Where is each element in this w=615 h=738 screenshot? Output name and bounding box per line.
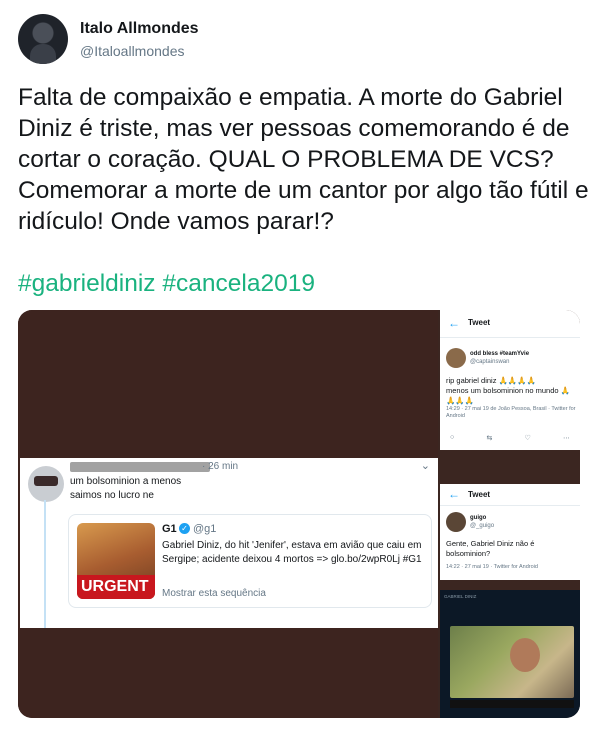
tweet-body: Falta de compaixão e empatia. A morte do… bbox=[18, 84, 589, 235]
video-controls[interactable] bbox=[450, 700, 574, 708]
video-header: GABRIEL DINIZ bbox=[444, 594, 477, 599]
video-person bbox=[510, 638, 540, 672]
panel-meta: 14:22 · 27 mai 19 · Twitter for Android bbox=[446, 564, 538, 570]
tweet-header: Italo Allmondes @Italoallmondes bbox=[18, 14, 598, 64]
thread-line bbox=[44, 500, 46, 628]
screenshot-main[interactable]: · 26 min ⌄ um bolsominion a menos saimos… bbox=[18, 310, 438, 718]
embedded-reply-screenshot: · 26 min ⌄ um bolsominion a menos saimos… bbox=[20, 458, 438, 628]
author-handle[interactable]: @Italoallmondes bbox=[80, 43, 185, 59]
verified-badge-icon: ✓ bbox=[179, 523, 190, 534]
quoted-tweet-card: URGENT G1 ✓ @g1 Gabriel Diniz, do hit 'J… bbox=[68, 514, 432, 608]
panel-topbar: ← Tweet bbox=[440, 484, 580, 506]
embedded-line: saimos no lucro ne bbox=[70, 490, 154, 501]
panel-text: rip gabriel diniz 🙏🙏🙏🙏 menos um bolsomin… bbox=[446, 376, 570, 405]
hashtag-link[interactable]: #gabrieldiniz bbox=[18, 270, 156, 297]
hashtags: #gabrieldiniz #cancela2019 bbox=[18, 268, 315, 299]
reply-icon: ○ bbox=[450, 434, 455, 441]
panel-title: Tweet bbox=[468, 490, 491, 499]
chevron-down-icon: ⌄ bbox=[420, 460, 430, 472]
news-image: URGENT bbox=[77, 523, 155, 599]
share-icon: ⋯ bbox=[563, 435, 570, 442]
redacted-name bbox=[70, 462, 210, 472]
card-text: Gabriel Diniz, do hit 'Jenifer', estava … bbox=[162, 540, 422, 565]
embedded-avatar bbox=[28, 466, 64, 502]
panel-topbar: ← Tweet bbox=[440, 310, 580, 338]
media-collage[interactable]: · 26 min ⌄ um bolsominion a menos saimos… bbox=[18, 310, 580, 718]
panel-avatar bbox=[446, 348, 466, 368]
panel-handle: @captainswan bbox=[470, 359, 510, 365]
card-handle: @g1 bbox=[193, 523, 217, 535]
hashtag-link[interactable]: #cancela2019 bbox=[162, 270, 315, 297]
panel-meta: 14:29 · 27 mai 19 de João Pessoa, Brasil… bbox=[446, 406, 576, 419]
like-icon: ♡ bbox=[524, 435, 531, 442]
screenshot-panel-1[interactable]: ← Tweet odd bless #teamYvie @captainswan… bbox=[440, 310, 580, 450]
panel-avatar bbox=[446, 512, 466, 532]
panel-text: Gente, Gabriel Diniz não é bolsominion? bbox=[446, 539, 535, 558]
arrow-left-icon: ← bbox=[448, 316, 460, 330]
panel-actions: ○ ⇆ ♡ ⋯ bbox=[450, 434, 570, 444]
screenshot-panel-2[interactable]: ← Tweet guigo @_guigo Gente, Gabriel Din… bbox=[440, 484, 580, 580]
embedded-time: · 26 min bbox=[202, 461, 239, 472]
show-thread-link: Mostrar esta sequência bbox=[162, 588, 266, 599]
embedded-line: um bolsominion a menos bbox=[70, 476, 182, 487]
card-author: G1 bbox=[162, 523, 177, 535]
retweet-icon: ⇆ bbox=[486, 435, 493, 442]
author-name[interactable]: Italo Allmondes bbox=[80, 20, 199, 38]
arrow-left-icon: ← bbox=[448, 487, 460, 501]
panel-handle: @_guigo bbox=[470, 523, 495, 529]
panel-name: odd bless #teamYvie bbox=[470, 351, 530, 357]
panel-title: Tweet bbox=[468, 318, 491, 327]
urgent-banner: URGENT bbox=[77, 575, 155, 599]
panel-name: guigo bbox=[470, 515, 487, 521]
video-screenshot[interactable]: GABRIEL DINIZ bbox=[440, 590, 580, 718]
author-avatar[interactable] bbox=[18, 14, 68, 64]
